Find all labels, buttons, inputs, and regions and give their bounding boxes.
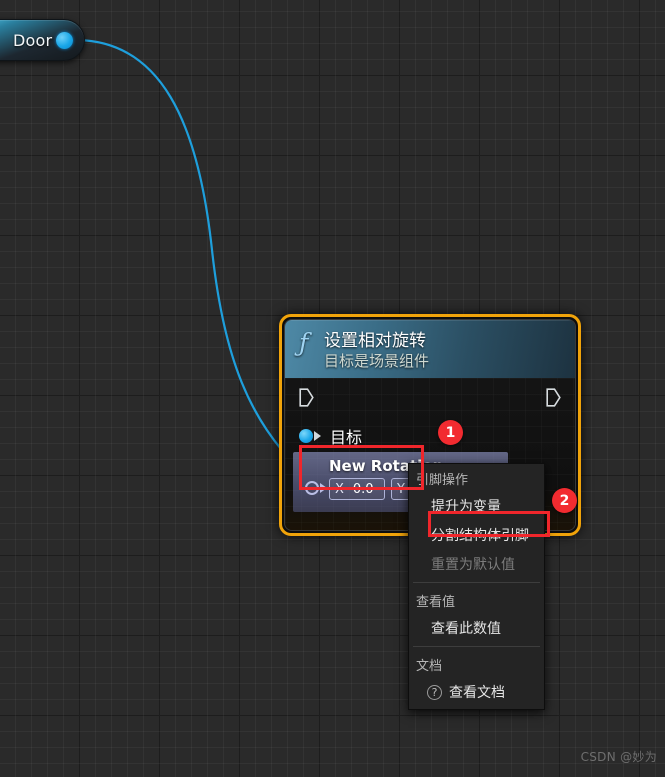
menu-item: 重置为默认值 — [431, 557, 515, 573]
pin-context-menu[interactable]: 引脚操作 提升为变量 分割结构体引脚 重置为默认值 查看值 查看此数值 文档? 查看文档 — [408, 463, 545, 710]
menu-separator — [413, 646, 540, 647]
node-subtitle: 目标是场景组件 — [324, 352, 430, 370]
menu-section-header: 文档 — [416, 659, 443, 674]
menu-item[interactable]: ? 查看文档 — [409, 678, 544, 707]
menu-separator — [413, 582, 540, 583]
exec-pin-icon[interactable] — [299, 388, 314, 407]
watermark: CSDN @妙为 — [580, 750, 657, 764]
menu-section-header: 引脚操作 — [416, 473, 469, 488]
door-node-label: Door — [13, 30, 53, 50]
menu-item-label: 查看文档 — [449, 685, 505, 701]
node-title: 设置相对旋转 — [324, 331, 426, 351]
help-circle-icon: ? — [427, 684, 442, 700]
annotation-box-new-rotation — [299, 445, 424, 490]
object-pin-icon[interactable] — [299, 429, 313, 443]
node-title-bar: ƒ 设置相对旋转 目标是场景组件 — [285, 320, 575, 379]
menu-section-header: 查看值 — [416, 595, 456, 610]
menu-item[interactable]: 查看此数值 — [409, 614, 544, 643]
annotation-badge-2: 2 — [552, 488, 577, 513]
door-variable-node[interactable]: Door — [0, 19, 85, 61]
function-f-icon: ƒ — [299, 328, 309, 357]
annotation-box-split-struct-pin — [428, 511, 550, 537]
output-pin-icon[interactable] — [56, 32, 73, 49]
exec-pin-icon[interactable] — [546, 388, 561, 407]
pin-arrow-icon — [314, 431, 321, 441]
annotation-badge-1: 1 — [438, 420, 463, 445]
